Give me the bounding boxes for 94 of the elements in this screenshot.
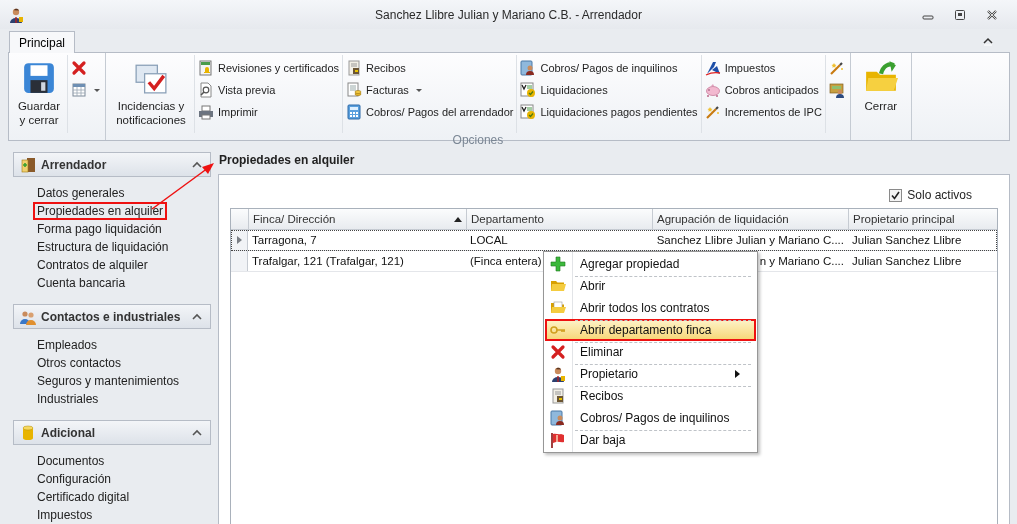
letter-a-icon	[704, 60, 721, 76]
table-cell: Trafalgar, 121 (Trafalgar, 121)	[252, 255, 404, 267]
menu-item[interactable]: Cobros/ Pagos de inquilinos	[545, 407, 756, 429]
table-cell: Julian Sanchez Llibre	[852, 234, 962, 246]
calculator-icon	[346, 104, 363, 120]
nav-link[interactable]: Contratos de alquiler	[33, 256, 152, 274]
group-label: Opciones	[452, 133, 504, 147]
menu-item[interactable]: Abrir todos los contratos	[545, 297, 756, 319]
magnifier-icon	[198, 82, 214, 98]
plus-icon	[550, 256, 566, 272]
section-header[interactable]: Arrendador	[13, 152, 211, 177]
certificate-icon	[198, 60, 214, 76]
section-header[interactable]: Contactos e industriales	[13, 304, 211, 329]
nav-link[interactable]: Otros contactos	[33, 354, 126, 372]
nav-link[interactable]: Certificado digital	[33, 488, 134, 506]
sort-arrow-icon	[454, 216, 462, 222]
menu-item[interactable]: Recibos	[545, 385, 756, 407]
ribbon-button[interactable]: Imprimir	[196, 101, 342, 123]
table-cell: Julian Sanchez Llibre	[852, 255, 962, 267]
nav-link[interactable]: Propiedades en alquiler	[33, 202, 168, 220]
magic-wand-icon	[828, 60, 845, 76]
nav-link[interactable]: Forma pago liquidación	[33, 220, 166, 238]
person-icon	[550, 366, 566, 382]
invoice-icon	[346, 82, 363, 98]
flag-icon	[550, 432, 566, 448]
window-title: Sanchez Llibre Julian y Mariano C.B. - Arrendador	[375, 8, 642, 22]
person-card-icon	[828, 82, 845, 98]
nav-link[interactable]: Impuestos	[33, 506, 97, 524]
table-cell: Tarragona, 7	[252, 234, 317, 246]
ribbon-button[interactable]: Vista previa	[196, 79, 342, 101]
ribbon-button[interactable]: Cobros/ Pagos de inquilinos	[518, 57, 700, 79]
menu-item[interactable]: Eliminar	[545, 341, 756, 363]
printer-icon	[198, 104, 214, 120]
table-cell: n y Mariano C....	[759, 255, 844, 267]
calculator-person-icon	[520, 60, 537, 76]
menu-item[interactable]: Abrir	[545, 275, 756, 297]
submenu-arrow-icon	[735, 370, 740, 378]
column-header[interactable]: Departamento	[466, 209, 652, 229]
nav-link[interactable]: Industriales	[33, 390, 103, 408]
people-icon	[20, 308, 36, 325]
receipt-icon	[346, 60, 363, 76]
column-header[interactable]: Finca/ Dirección	[248, 209, 466, 229]
menu-item[interactable]: Propietario	[545, 363, 756, 385]
nav-link[interactable]: Empleados	[33, 336, 102, 354]
calculator-person-icon	[550, 410, 566, 426]
ribbon-button[interactable]: Cobros/ Pagos del arrendador	[344, 101, 516, 123]
column-header[interactable]: Agrupación de liquidación	[652, 209, 848, 229]
nav-link[interactable]: Estructura de liquidación	[33, 238, 173, 256]
ribbon-button[interactable]: Revisiones y certificados	[196, 57, 342, 79]
person-icon	[8, 6, 24, 23]
folder-documents-icon	[550, 300, 566, 316]
ribbon-button[interactable]: Guardar y cerrar	[12, 57, 66, 131]
table-cell: Sanchez Llibre Julian y Mariano C....	[656, 234, 844, 246]
door-icon	[20, 156, 36, 173]
cylinder-icon	[20, 424, 36, 441]
ribbon-button[interactable]: Recibos	[344, 57, 516, 79]
nav-link[interactable]: Datos generales	[33, 184, 129, 202]
nav-link[interactable]: Configuración	[33, 470, 116, 488]
dropdown-arrow-icon	[415, 88, 422, 92]
nav-link[interactable]: Cuenta bancaria	[33, 274, 130, 292]
piggy-bank-icon	[704, 82, 721, 98]
ribbon-tab[interactable]: Principal	[9, 31, 76, 53]
section-header[interactable]: Adicional	[13, 420, 211, 445]
table-icon	[71, 82, 87, 98]
nav-link[interactable]: Documentos	[33, 452, 109, 470]
magic-wand-icon	[704, 104, 721, 120]
table-cell: LOCAL	[470, 234, 508, 246]
checklist-icon	[520, 104, 537, 120]
receipt-icon	[550, 388, 566, 404]
dropdown-arrow-icon	[94, 88, 100, 92]
close-icon[interactable]	[986, 8, 998, 21]
restore-icon[interactable]	[954, 8, 966, 21]
checkbox[interactable]: Solo activos	[889, 188, 972, 202]
ribbon-button[interactable]: Cerrar	[853, 57, 908, 117]
menu-item[interactable]: Dar baja	[545, 429, 756, 451]
checklist-icon	[520, 82, 537, 98]
table-cell: (Finca entera)	[470, 255, 542, 267]
panel-title: Propiedades en alquiler	[218, 153, 355, 169]
ribbon-button[interactable]: Incidencias y notificaciones	[109, 57, 193, 131]
ribbon-button[interactable]: Incrementos de IPC	[702, 101, 824, 123]
collapse-ribbon-button[interactable]	[981, 35, 995, 47]
folder-icon	[550, 278, 566, 294]
x-mark-icon	[71, 60, 87, 76]
nav-link[interactable]: Seguros y mantenimientos	[33, 372, 184, 390]
ribbon-button[interactable]: Liquidaciones pagos pendientes	[518, 101, 700, 123]
ribbon-button[interactable]: Liquidaciones	[518, 79, 700, 101]
column-header[interactable]: Propietario principal	[848, 209, 997, 229]
ribbon-button[interactable]: Cobros anticipados	[702, 79, 824, 101]
menu-item[interactable]: Agregar propiedad	[545, 253, 756, 275]
x-mark-icon	[550, 344, 566, 360]
ribbon-button[interactable]: Facturas	[344, 79, 516, 101]
menu-item[interactable]: Abrir departamento finca	[545, 319, 756, 341]
ribbon-button[interactable]: Impuestos	[702, 57, 824, 79]
current-row-icon	[236, 236, 242, 244]
